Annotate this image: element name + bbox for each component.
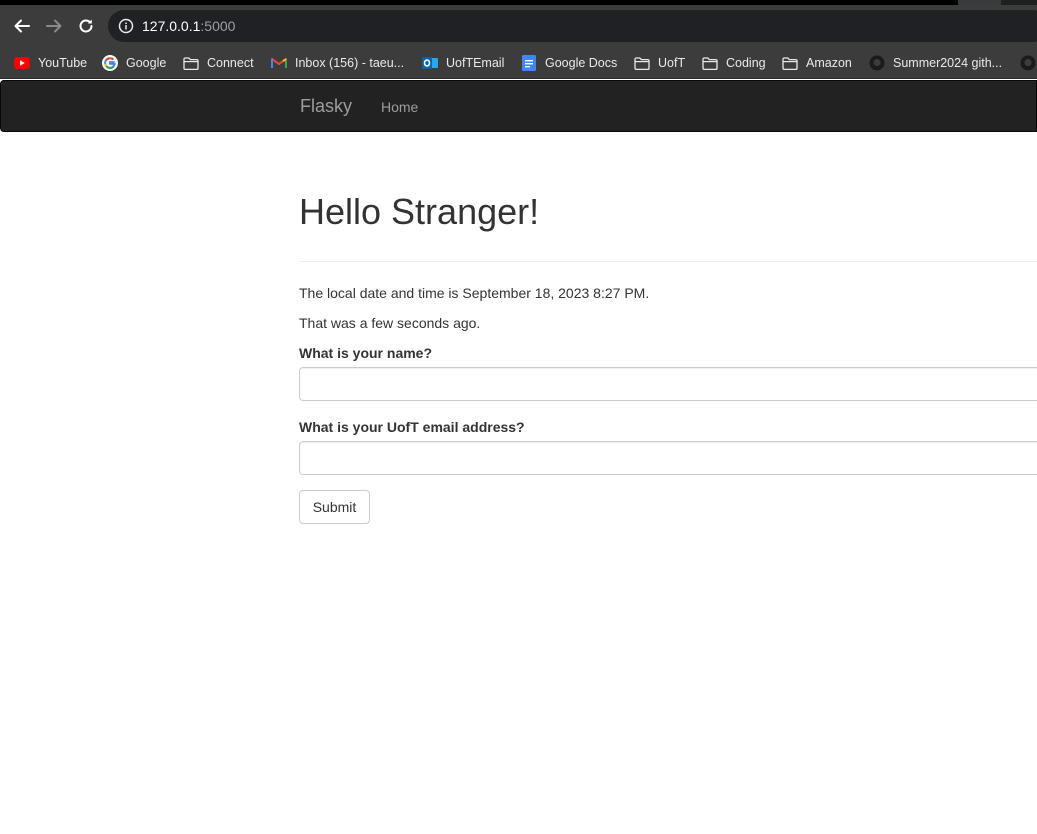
bookmark-gmail[interactable]: Inbox (156) - taeu...	[271, 52, 404, 74]
browser-toolbar: 127.0.0.1:5000	[0, 5, 1037, 47]
url-port: :5000	[200, 18, 236, 34]
folder-icon	[183, 55, 199, 71]
bookmark-google-docs[interactable]: Google Docs	[521, 52, 617, 74]
name-input[interactable]	[299, 367, 1037, 401]
arrow-right-icon	[46, 19, 62, 33]
datetime-text: The local date and time is September 18,…	[299, 285, 650, 301]
submit-button[interactable]: Submit	[299, 490, 370, 524]
bookmark-label: Inbox (156) - taeu...	[295, 56, 405, 70]
bookmark-label: YouTube	[38, 56, 88, 70]
gmail-icon	[271, 55, 287, 71]
name-label: What is your name?	[299, 345, 433, 361]
address-bar[interactable]: 127.0.0.1:5000	[108, 10, 1037, 42]
relative-time-text: That was a few seconds ago.	[299, 315, 481, 331]
bookmark-connect[interactable]: Connect	[183, 52, 254, 74]
folder-icon	[634, 55, 650, 71]
forward-button[interactable]	[42, 14, 66, 38]
bookmark-coding[interactable]: Coding	[702, 52, 766, 74]
bookmark-label: Google	[126, 56, 167, 70]
bookmark-label: Google Docs	[545, 56, 618, 70]
youtube-icon	[14, 55, 30, 71]
reload-icon	[79, 19, 93, 33]
bookmark-label: Amazon	[806, 56, 852, 70]
folder-icon	[702, 55, 718, 71]
github-icon	[1020, 55, 1036, 71]
bookmark-uoft[interactable]: UofT	[634, 52, 685, 74]
email-input[interactable]	[299, 441, 1037, 475]
page-title: Hello Stranger!	[299, 191, 540, 232]
bookmark-label: Coding	[726, 56, 766, 70]
info-icon[interactable]	[118, 18, 134, 34]
email-label: What is your UofT email address?	[299, 419, 525, 435]
bookmark-label: Connect	[207, 56, 254, 70]
bookmark-label: UofTEmail	[446, 56, 505, 70]
google-icon	[102, 55, 118, 71]
bookmark-google[interactable]: Google	[102, 52, 166, 74]
bookmark-uoft-email[interactable]: UofTEmail	[422, 52, 504, 74]
back-button[interactable]	[10, 14, 34, 38]
bookmark-label: UofT	[658, 56, 686, 70]
url-text[interactable]: 127.0.0.1:5000	[142, 17, 235, 35]
url-host: 127.0.0.1	[142, 18, 201, 34]
bookmark-youtube[interactable]: YouTube	[14, 52, 87, 74]
google-docs-icon	[521, 55, 537, 71]
navbar-brand[interactable]: Flasky	[300, 95, 352, 117]
nav-link-home[interactable]: Home	[381, 98, 418, 116]
folder-icon	[782, 55, 798, 71]
github-icon	[869, 55, 885, 71]
bookmarks-bar: YouTube Google Connect Inbox (156) - tae…	[0, 47, 1037, 79]
reload-button[interactable]	[74, 14, 98, 38]
site-navbar: Flasky Home	[0, 80, 1037, 132]
bookmark-summer2024-github[interactable]: Summer2024 gith...	[869, 52, 1002, 74]
arrow-left-icon	[14, 19, 30, 33]
title-divider	[299, 261, 1037, 262]
bookmark-overflow[interactable]	[1020, 52, 1036, 74]
bookmark-label: Summer2024 gith...	[893, 56, 1003, 70]
outlook-icon	[422, 55, 438, 71]
bookmark-amazon[interactable]: Amazon	[782, 52, 852, 74]
